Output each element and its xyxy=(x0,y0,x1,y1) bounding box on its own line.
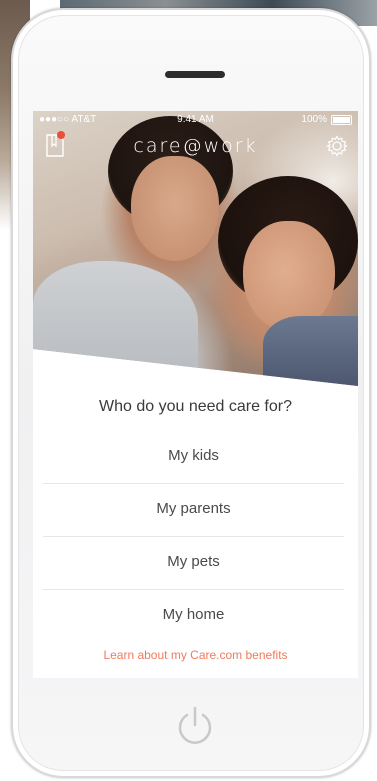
battery-status: 100% xyxy=(301,114,352,125)
benefits-link[interactable]: Learn about my Care.com benefits xyxy=(33,648,358,662)
status-bar: ●●●○○ AT&T 9:41 AM 100% xyxy=(33,111,358,129)
power-icon xyxy=(178,706,212,744)
nav-bar: care@work xyxy=(33,131,358,163)
battery-percent: 100% xyxy=(301,114,327,125)
care-question-heading: Who do you need care for? xyxy=(98,398,292,415)
gear-icon[interactable] xyxy=(326,135,348,157)
power-home-button[interactable] xyxy=(174,705,216,747)
option-my-pets[interactable]: My pets xyxy=(43,537,344,590)
app-brand-logo: care@work xyxy=(133,135,258,157)
battery-icon xyxy=(331,114,352,125)
option-my-home[interactable]: My home xyxy=(43,590,344,642)
phone-speaker xyxy=(165,71,225,78)
photo-mother-face xyxy=(243,221,335,331)
app-screen: ●●●○○ AT&T 9:41 AM 100% care@work Who do… xyxy=(33,111,358,678)
option-my-kids[interactable]: My kids xyxy=(43,431,344,484)
option-my-parents[interactable]: My parents xyxy=(43,484,344,537)
photo-child-face xyxy=(131,156,219,261)
care-options-list: My kids My parents My pets My home xyxy=(43,431,344,642)
photo-mother-shirt xyxy=(263,316,358,386)
photo-child-shirt xyxy=(33,261,198,371)
